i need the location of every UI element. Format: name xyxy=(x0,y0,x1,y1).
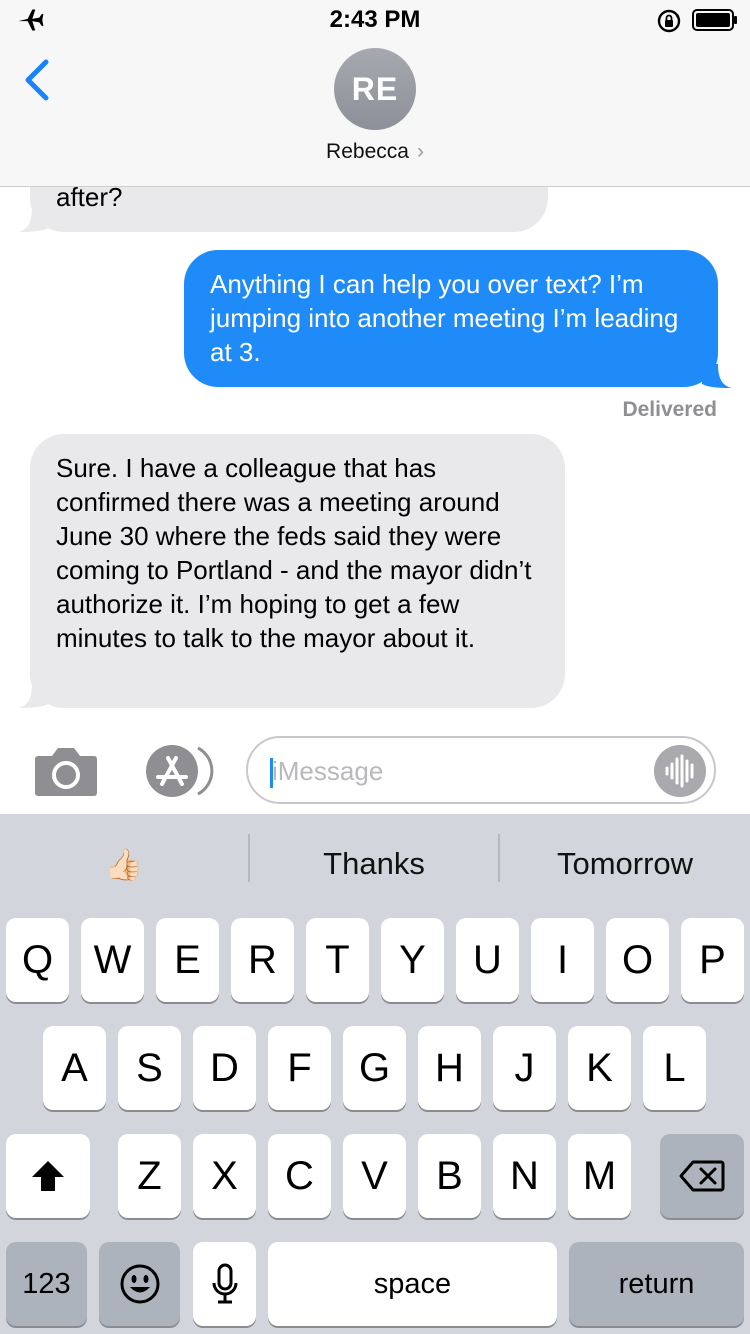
app-store-icon[interactable] xyxy=(140,744,214,798)
key-e[interactable]: E xyxy=(156,918,219,1002)
contact-name-button[interactable]: Rebecca › xyxy=(0,140,750,164)
key-k[interactable]: K xyxy=(568,1026,631,1110)
microphone-icon xyxy=(212,1263,237,1304)
battery-icon xyxy=(692,9,737,31)
dictation-key[interactable] xyxy=(193,1242,256,1326)
message-bubble-outgoing[interactable]: Anything I can help you over text? I’m j… xyxy=(184,250,718,387)
space-key[interactable]: space xyxy=(268,1242,557,1326)
shift-key[interactable] xyxy=(6,1134,90,1218)
keyboard: 👍🏻 Thanks Tomorrow Q W E R T Y U I O P A… xyxy=(0,814,750,1334)
key-h[interactable]: H xyxy=(418,1026,481,1110)
key-j[interactable]: J xyxy=(493,1026,556,1110)
key-l[interactable]: L xyxy=(643,1026,706,1110)
key-n[interactable]: N xyxy=(493,1134,556,1218)
delivery-status: Delivered xyxy=(622,398,717,421)
delete-icon xyxy=(679,1160,725,1192)
delete-key[interactable] xyxy=(660,1134,744,1218)
suggestion-thanks[interactable]: Thanks xyxy=(250,814,498,914)
key-y[interactable]: Y xyxy=(381,918,444,1002)
contact-avatar[interactable]: RE xyxy=(334,48,416,130)
message-input[interactable]: iMessage xyxy=(246,736,716,804)
key-r[interactable]: R xyxy=(231,918,294,1002)
contact-name: Rebecca xyxy=(326,140,409,163)
rotation-lock-icon xyxy=(657,9,681,33)
emoji-icon xyxy=(120,1264,159,1304)
message-text: Sure. I have a colleague that has confir… xyxy=(56,453,532,653)
key-f[interactable]: F xyxy=(268,1026,331,1110)
key-d[interactable]: D xyxy=(193,1026,256,1110)
bubble-tail xyxy=(18,684,48,708)
message-text: Anything I can help you over text? I’m j… xyxy=(210,269,679,367)
key-g[interactable]: G xyxy=(343,1026,406,1110)
bubble-tail xyxy=(18,208,48,232)
key-x[interactable]: X xyxy=(193,1134,256,1218)
key-t[interactable]: T xyxy=(306,918,369,1002)
key-w[interactable]: W xyxy=(81,918,144,1002)
key-c[interactable]: C xyxy=(268,1134,331,1218)
return-key[interactable]: return xyxy=(569,1242,744,1326)
key-b[interactable]: B xyxy=(418,1134,481,1218)
status-time: 2:43 PM xyxy=(329,6,421,33)
predictive-bar: 👍🏻 Thanks Tomorrow xyxy=(0,814,750,914)
key-z[interactable]: Z xyxy=(118,1134,181,1218)
suggestion-tomorrow[interactable]: Tomorrow xyxy=(500,814,750,914)
key-u[interactable]: U xyxy=(456,918,519,1002)
audio-waveform-icon[interactable] xyxy=(654,745,706,797)
camera-icon[interactable] xyxy=(34,744,98,796)
chevron-left-icon[interactable] xyxy=(22,58,54,102)
numbers-key[interactable]: 123 xyxy=(6,1242,87,1326)
key-a[interactable]: A xyxy=(43,1026,106,1110)
message-placeholder: iMessage xyxy=(272,756,384,786)
suggestion-thumbs-up[interactable]: 👍🏻 xyxy=(0,814,248,914)
bubble-tail xyxy=(702,364,732,388)
status-bar: 2:43 PM xyxy=(0,0,750,40)
key-q[interactable]: Q xyxy=(6,918,69,1002)
key-p[interactable]: P xyxy=(681,918,744,1002)
shift-icon xyxy=(32,1161,64,1191)
chevron-right-icon: › xyxy=(416,140,424,163)
message-bubble-incoming[interactable]: Sure. I have a colleague that has confir… xyxy=(30,434,565,708)
key-m[interactable]: M xyxy=(568,1134,631,1218)
key-i[interactable]: I xyxy=(531,918,594,1002)
emoji-key[interactable] xyxy=(99,1242,180,1326)
key-v[interactable]: V xyxy=(343,1134,406,1218)
key-s[interactable]: S xyxy=(118,1026,181,1110)
key-o[interactable]: O xyxy=(606,918,669,1002)
